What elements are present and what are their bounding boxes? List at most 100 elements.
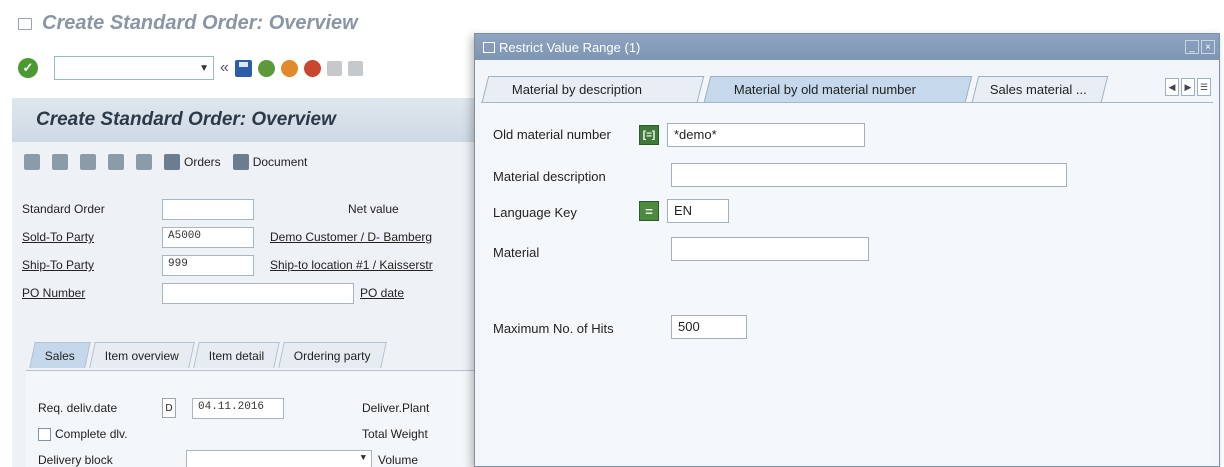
- ship-to-row: Ship-To Party 999: [22, 254, 254, 276]
- sold-to-row: Sold-To Party A5000: [22, 226, 254, 248]
- po-number-field[interactable]: [162, 282, 354, 304]
- back-icon[interactable]: [257, 59, 275, 77]
- chevron-down-icon[interactable]: ▼: [199, 63, 209, 74]
- po-date-label[interactable]: PO date: [360, 286, 404, 300]
- orders-button-label: Orders: [184, 155, 221, 169]
- standard-order-label: Standard Order: [22, 202, 105, 216]
- tab-material-by-old-number[interactable]: Material by old material number: [703, 76, 973, 102]
- standard-toolbar: ✓ ▼ «: [18, 48, 478, 88]
- sold-to-label[interactable]: Sold-To Party: [22, 230, 162, 244]
- delivery-block-row: Delivery block ▼: [38, 449, 372, 467]
- ship-to-field[interactable]: 999: [162, 254, 254, 276]
- req-deliv-period-tag[interactable]: D: [162, 398, 176, 418]
- dialog-titlebar: Restrict Value Range (1) _ ×: [475, 34, 1219, 60]
- window-title: Create Standard Order: Overview: [42, 12, 358, 34]
- equals-option-icon[interactable]: =: [639, 201, 659, 221]
- display-icon[interactable]: [24, 154, 40, 170]
- old-material-field[interactable]: *demo*: [667, 123, 865, 147]
- po-number-row: PO Number: [22, 282, 354, 304]
- sold-to-field[interactable]: A5000: [162, 226, 254, 248]
- minimize-icon[interactable]: _: [1185, 40, 1199, 54]
- dialog-body: Old material number [=] *demo* Material …: [481, 102, 1213, 464]
- standard-order-row: Standard Order: [22, 198, 254, 220]
- tab-item-detail-label: Item detail: [208, 348, 265, 363]
- material-field[interactable]: [671, 237, 869, 261]
- po-number-label[interactable]: PO Number: [22, 286, 162, 300]
- ship-to-label[interactable]: Ship-To Party: [22, 258, 162, 272]
- tab-ordering-party[interactable]: Ordering party: [278, 342, 387, 368]
- ship-to-description[interactable]: Ship-to location #1 / Kaisserstr: [270, 258, 433, 272]
- delivery-block-select[interactable]: ▼: [186, 449, 372, 467]
- old-material-label: Old material number: [493, 127, 611, 142]
- tab-item-overview-label: Item overview: [104, 348, 179, 363]
- application-toolbar: Orders Document: [12, 142, 482, 182]
- language-key-label: Language Key: [493, 205, 577, 220]
- dialog-window-icon: [483, 41, 495, 53]
- dialog-title: Restrict Value Range (1): [499, 39, 641, 55]
- net-value-label: Net value: [348, 202, 399, 216]
- command-field[interactable]: ▼: [54, 56, 214, 80]
- dialog-tabs: Material by description Material by old …: [481, 76, 1109, 102]
- total-weight-label: Total Weight: [362, 427, 428, 441]
- settings-icon[interactable]: [136, 154, 152, 170]
- req-deliv-row: Req. deliv.date D 04.11.2016: [38, 397, 284, 419]
- order-overview-panel: Create Standard Order: Overview Orders D…: [12, 98, 482, 467]
- material-description-field[interactable]: [671, 163, 1067, 187]
- material-label: Material: [493, 245, 540, 260]
- sold-to-description[interactable]: Demo Customer / D- Bamberg: [270, 230, 432, 244]
- volume-label: Volume: [378, 453, 419, 467]
- scroll-left-icon[interactable]: ◀: [1165, 78, 1179, 96]
- tab-list-icon[interactable]: ☰: [1197, 78, 1211, 96]
- tab-sales-material-label: Sales material ...: [989, 82, 1087, 97]
- tab-ordering-party-label: Ordering party: [294, 348, 372, 363]
- req-deliv-field[interactable]: 04.11.2016: [192, 397, 284, 419]
- window-icon: [18, 17, 32, 30]
- tab-scroll-controls: ◀ ▶ ☰: [1165, 78, 1211, 96]
- find-icon[interactable]: [347, 60, 363, 76]
- nav-back-icon[interactable]: «: [220, 59, 229, 77]
- chevron-down-icon: ▼: [360, 452, 366, 463]
- max-hits-label: Maximum No. of Hits: [493, 321, 614, 336]
- delivery-block-label: Delivery block: [38, 453, 113, 467]
- dialog-window-buttons: _ ×: [1185, 40, 1219, 54]
- restrict-value-range-dialog: Restrict Value Range (1) _ × Material by…: [474, 33, 1220, 467]
- complete-dlv-label: Complete dlv.: [55, 427, 128, 441]
- document-button[interactable]: Document: [232, 154, 308, 170]
- sales-tab-body: Req. deliv.date D 04.11.2016 Deliver.Pla…: [26, 370, 482, 467]
- tab-sales[interactable]: Sales: [29, 342, 91, 368]
- scroll-right-icon[interactable]: ▶: [1181, 78, 1195, 96]
- complete-dlv-checkbox[interactable]: [38, 427, 51, 441]
- pricing-icon[interactable]: [108, 154, 124, 170]
- window-title-bar: Create Standard Order: Overview: [18, 12, 358, 35]
- document-icon: [232, 154, 249, 170]
- deliver-plant-label: Deliver.Plant: [362, 401, 430, 415]
- tab-item-detail[interactable]: Item detail: [193, 342, 281, 368]
- save-icon[interactable]: [234, 59, 252, 77]
- order-tabs: Sales Item overview Item detail Ordering…: [29, 342, 387, 368]
- cancel-icon[interactable]: [303, 59, 321, 77]
- tab-material-by-old-number-label: Material by old material number: [733, 82, 916, 97]
- panel-header: Create Standard Order: Overview: [12, 98, 482, 142]
- material-description-label: Material description: [493, 169, 606, 184]
- tab-material-by-description[interactable]: Material by description: [481, 76, 705, 102]
- close-icon[interactable]: ×: [1201, 40, 1215, 54]
- req-deliv-label: Req. deliv.date: [38, 401, 118, 415]
- enter-check-icon[interactable]: ✓: [18, 58, 38, 78]
- document-button-label: Document: [252, 155, 308, 169]
- tab-sales-label: Sales: [44, 348, 75, 363]
- tab-item-overview[interactable]: Item overview: [89, 342, 195, 368]
- exit-icon[interactable]: [280, 59, 298, 77]
- header-icon[interactable]: [52, 154, 68, 170]
- standard-order-field[interactable]: [162, 198, 254, 220]
- panel-title: Create Standard Order: Overview: [36, 109, 336, 130]
- partner-icon[interactable]: [80, 154, 96, 170]
- complete-dlv-row: Complete dlv.: [38, 423, 127, 445]
- selection-option-icon[interactable]: [=]: [639, 125, 659, 145]
- max-hits-field[interactable]: 500: [671, 315, 747, 339]
- tab-sales-material[interactable]: Sales material ...: [971, 76, 1109, 102]
- language-key-field[interactable]: EN: [667, 199, 729, 223]
- tab-material-by-description-label: Material by description: [511, 82, 642, 97]
- list-icon: [164, 154, 180, 170]
- print-icon[interactable]: [326, 60, 342, 76]
- orders-button[interactable]: Orders: [164, 154, 221, 170]
